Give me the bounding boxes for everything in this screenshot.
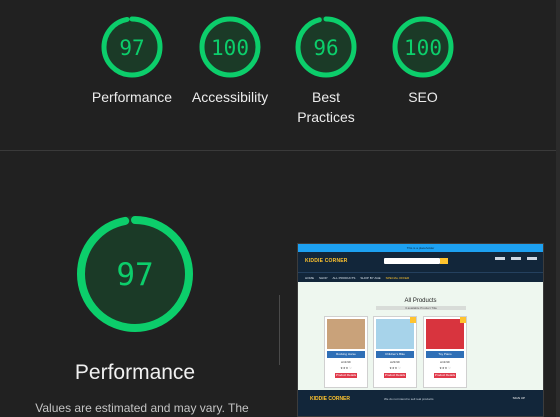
sale-badge [460, 317, 466, 323]
vertical-divider [279, 295, 280, 365]
gauge-performance[interactable]: 97 Performance [77, 14, 187, 107]
gauge-best-practices[interactable]: 96 Best Practices [271, 14, 381, 127]
thumb-nav-item: SHOP BY AGE [360, 275, 381, 280]
performance-score: 97 [119, 36, 144, 60]
sale-badge [410, 317, 416, 323]
thumb-banner: This is a placeholder [298, 244, 543, 252]
performance-gauge-ring: 97 [101, 16, 163, 78]
thumb-product-card: Toy Piano £19.99 ★★★ ♡ Product Details [423, 316, 467, 388]
thumb-footer: KIDDIE CORNER We do not intend to sell r… [298, 390, 543, 416]
thumb-nav-item: SPECIAL OFFER [385, 275, 410, 280]
scrollbar-track[interactable] [556, 0, 560, 417]
thumb-body: All Products 3 available Product Title R… [298, 282, 543, 390]
accessibility-score: 100 [211, 36, 249, 60]
category-gauges: 97 Performance 100 Accessibility 96 Best… [0, 0, 556, 150]
performance-big-score: 97 [116, 257, 153, 293]
gauge-seo[interactable]: 100 SEO [368, 14, 478, 107]
page-screenshot-thumbnail[interactable]: This is a placeholder KIDDIE CORNER HOME… [297, 243, 544, 417]
thumb-search-input [384, 258, 440, 264]
section-divider [0, 150, 556, 151]
thumb-product-card: Rocking Horse £19.99 ★★★ ♡ Product Detai… [324, 316, 368, 388]
cart-icon [527, 257, 537, 265]
best-practices-label: Best Practices [297, 89, 355, 125]
favourites-icon [511, 257, 521, 265]
thumb-header-icons [495, 257, 537, 265]
thumb-header: KIDDIE CORNER [298, 252, 543, 272]
accessibility-gauge-ring: 100 [199, 16, 261, 78]
thumb-nav-item: SHOP [319, 275, 328, 280]
performance-big-gauge: 97 [77, 216, 193, 332]
thumb-heading: All Products [404, 298, 437, 304]
thumb-nav-item: HOME [305, 275, 314, 280]
thumb-nav-item: ALL PRODUCTS [332, 275, 356, 280]
bike-image [376, 319, 414, 349]
thumb-product-card: Children's Bike £29.99 ★★★ ♡ Product Det… [373, 316, 417, 388]
thumb-search-icon [440, 258, 448, 264]
gauge-accessibility[interactable]: 100 Accessibility [175, 14, 285, 107]
thumb-subheading: 3 available Product Title [376, 306, 466, 310]
estimate-note: Values are estimated and may vary. The [35, 401, 249, 415]
best-practices-score: 96 [313, 36, 338, 60]
toy-piano-image [426, 319, 464, 349]
seo-gauge-ring: 100 [392, 16, 454, 78]
rocking-horse-image [327, 319, 365, 349]
thumb-logo: KIDDIE CORNER [305, 258, 348, 264]
account-icon [495, 257, 505, 265]
performance-label: Performance [91, 89, 173, 105]
seo-label: SEO [408, 89, 438, 105]
thumb-nav: HOME SHOP ALL PRODUCTS SHOP BY AGE SPECI… [298, 272, 543, 282]
accessibility-label: Accessibility [191, 89, 269, 105]
performance-heading: Performance [74, 361, 196, 384]
best-practices-gauge-ring: 96 [295, 16, 357, 78]
seo-score: 100 [404, 36, 442, 60]
